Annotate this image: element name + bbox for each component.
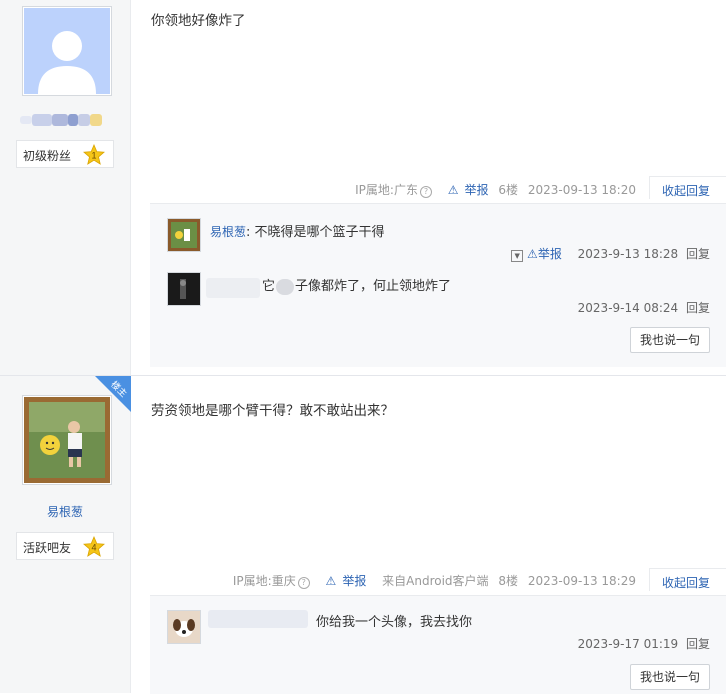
sub-reply-list: 易根葱: 不晓得是哪个篮子干得 ▼ ⚠举报 2023-9-13 18:28 回复… — [150, 203, 726, 367]
post-time: 2023-09-13 18:20 — [527, 183, 636, 197]
post-time: 2023-09-13 18:29 — [527, 574, 636, 588]
collapse-reply-tab[interactable]: 收起回复 — [649, 568, 726, 591]
sub-reply-text: 它子像都炸了，何止领地炸了 — [262, 278, 452, 295]
say-something-button[interactable]: 我也说一句 — [629, 664, 710, 690]
floor-number: 6楼 — [498, 183, 519, 197]
collapse-reply-link[interactable]: 收起回复 — [662, 574, 710, 591]
sub-reply-meta: 2023-9-17 01:19 回复 — [577, 637, 710, 651]
user-photo-icon — [168, 273, 200, 305]
avatar[interactable] — [22, 6, 112, 96]
level-star-icon: 1 — [83, 144, 105, 165]
blurred-text — [276, 278, 295, 295]
post-meta: IP属地:重庆? ⚠ 举报 来自Android客户端 8楼 2023-09-13 … — [227, 572, 636, 589]
help-icon[interactable]: ? — [419, 186, 432, 198]
post-floor-6: 初级粉丝 1 你领地好像炸了 IP属地:广东? ⚠ 举报 6楼 2023-09-1… — [0, 0, 726, 376]
client-source[interactable]: 来自Android客户端 — [376, 574, 488, 588]
level-star-icon: 4 — [83, 536, 105, 557]
ip-location: IP属地:广东 — [355, 183, 418, 197]
level-title: 初级粉丝 — [23, 149, 72, 163]
say-something-button[interactable]: 我也说一句 — [629, 327, 710, 353]
avatar[interactable] — [167, 218, 201, 252]
post-meta: IP属地:广东? ⚠ 举报 6楼 2023-09-13 18:20 — [349, 181, 636, 198]
avatar[interactable] — [167, 610, 201, 644]
post-content: 你领地好像炸了 — [151, 13, 246, 29]
level-title: 活跃吧友 — [23, 541, 72, 555]
collapse-reply-link[interactable]: 收起回复 — [662, 182, 710, 199]
floor-number: 8楼 — [498, 574, 519, 588]
collapse-reply-tab[interactable]: 收起回复 — [649, 176, 726, 199]
sub-reply-text: 易根葱: 不晓得是哪个篮子干得 — [210, 225, 385, 240]
fan-level-badge[interactable]: 初级粉丝 1 — [16, 140, 114, 168]
sub-reply-meta: ▼ ⚠举报 2023-9-13 18:28 回复 — [511, 245, 710, 262]
sub-reply-meta: 2023-9-14 08:24 回复 — [577, 301, 710, 315]
sub-reply-text: 你给我一个头像，我去找你 — [316, 615, 473, 630]
user-photo-icon — [168, 219, 200, 251]
username[interactable]: 易根葱 — [0, 503, 130, 520]
warning-icon: ⚠ — [325, 574, 337, 588]
user-sidebar: 初级粉丝 1 — [0, 0, 131, 375]
post-floor-8: 易根葱 活跃吧友 4 楼主 劳资领地是哪个臂干得？敢不敢站出来？ IP属地:重庆… — [0, 376, 726, 694]
user-sidebar: 易根葱 活跃吧友 4 — [0, 376, 131, 693]
reply-link[interactable]: 回复 — [686, 247, 710, 261]
sub-reply-list: 你给我一个头像，我去找你 2023-9-17 01:19 回复 我也说一句 — [150, 595, 726, 694]
sub-reply-username[interactable]: 易根葱 — [210, 225, 246, 239]
warning-icon: ⚠ — [527, 247, 538, 261]
svg-text:1: 1 — [91, 151, 96, 161]
thread-starter-badge: 楼主 — [95, 376, 131, 412]
default-avatar-icon — [24, 8, 110, 94]
report-link[interactable]: ⚠举报 — [320, 574, 367, 588]
post-content: 劳资领地是哪个臂干得？敢不敢站出来？ — [151, 403, 394, 419]
reply-link[interactable]: 回复 — [686, 637, 710, 651]
report-link[interactable]: ⚠举报 — [527, 247, 562, 261]
warning-icon: ⚠ — [447, 183, 459, 197]
fan-level-badge[interactable]: 活跃吧友 4 — [16, 532, 114, 560]
user-photo-icon — [168, 611, 200, 643]
report-link[interactable]: ⚠举报 — [442, 183, 489, 197]
svg-text:4: 4 — [91, 543, 96, 553]
help-icon[interactable]: ? — [297, 577, 310, 589]
ip-location: IP属地:重庆 — [232, 574, 296, 588]
avatar[interactable] — [167, 272, 201, 306]
blurred-username — [20, 114, 104, 126]
dropdown-icon[interactable]: ▼ — [511, 250, 524, 262]
reply-link[interactable]: 回复 — [686, 301, 710, 315]
